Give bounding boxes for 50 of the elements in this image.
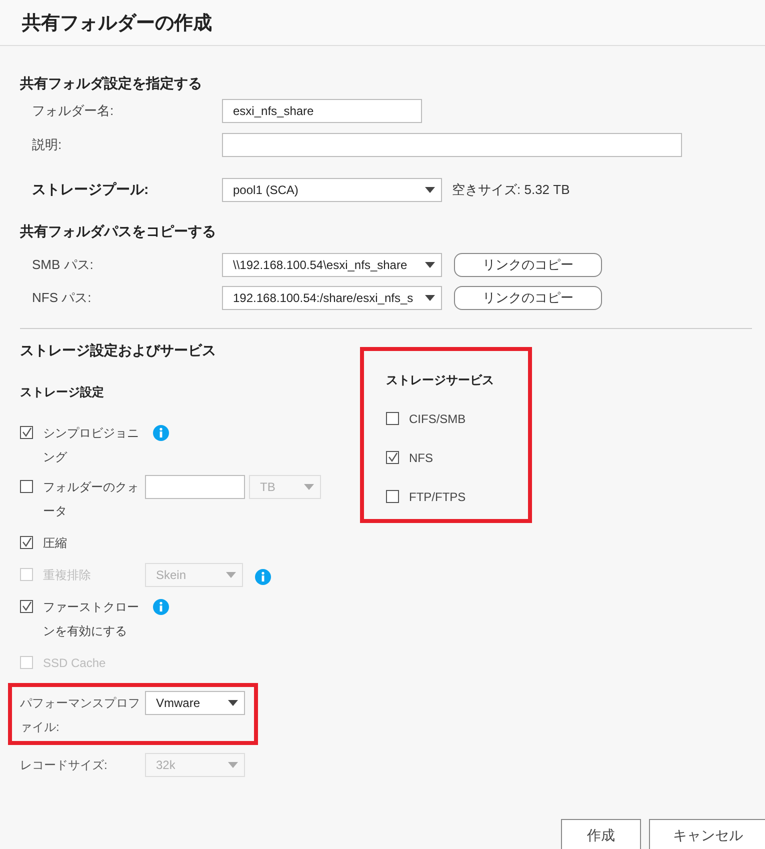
- create-button[interactable]: 作成: [561, 819, 641, 849]
- field-label: レコードサイズ:: [20, 757, 108, 774]
- checkbox[interactable]: [20, 480, 33, 493]
- checkbox-label: SSD Cache: [43, 655, 107, 672]
- subsection-heading: ストレージサービス: [386, 372, 495, 389]
- checkbox[interactable]: [20, 600, 33, 613]
- caret-icon: [425, 262, 435, 268]
- checkbox-label: NFS: [409, 450, 433, 464]
- storage-pool-dropdown[interactable]: pool1 (SCA): [222, 178, 442, 202]
- checkbox-label: シンプロビジョニング: [43, 425, 140, 466]
- caret-icon: [228, 762, 238, 768]
- caret-icon: [226, 572, 236, 578]
- checkbox[interactable]: [386, 412, 399, 425]
- subsection-heading: ストレージ設定: [20, 384, 105, 401]
- caret-icon: [228, 700, 238, 706]
- text-field[interactable]: [222, 133, 682, 157]
- cancel-button[interactable]: キャンセル: [649, 819, 765, 849]
- checkbox-label: 圧縮: [43, 535, 68, 552]
- checkbox-label: 重複排除: [43, 567, 92, 584]
- checkbox-label: CIFS/SMB: [409, 412, 466, 426]
- path-dropdown[interactable]: 192.168.100.54:/share/esxi_nfs_s: [222, 286, 442, 310]
- checkbox[interactable]: [20, 536, 33, 549]
- checkbox-label: フォルダーのクォータ: [43, 479, 140, 520]
- checkbox-label: ファーストクローンを有効にする: [43, 599, 140, 640]
- section-heading: 共有フォルダ設定を指定する: [20, 74, 203, 93]
- checkbox[interactable]: [386, 451, 399, 464]
- checkbox-label: FTP/FTPS: [409, 490, 466, 504]
- section-heading: 共有フォルダパスをコピーする: [20, 222, 217, 241]
- path-dropdown[interactable]: \\192.168.100.54\esxi_nfs_share: [222, 252, 442, 276]
- text-field[interactable]: esxi_nfs_share: [222, 99, 422, 123]
- field-label: 説明:: [31, 136, 63, 154]
- dialog-title: 共有フォルダーの作成: [22, 12, 212, 36]
- section-heading: ストレージ設定およびサービス: [20, 341, 217, 360]
- profile-dropdown[interactable]: Vmware: [145, 691, 245, 715]
- field-label: ストレージプール:: [31, 181, 150, 199]
- info-icon[interactable]: [153, 599, 169, 615]
- quota-field[interactable]: [145, 475, 245, 499]
- info-icon[interactable]: [153, 425, 169, 441]
- free-space-text: 空きサイズ: 5.32 TB: [452, 181, 570, 199]
- field-label: パフォーマンスプロファイル:: [20, 695, 141, 736]
- caret-icon: [425, 294, 435, 300]
- field-label: NFS パス:: [31, 288, 92, 306]
- field-label: SMB パス:: [31, 256, 94, 274]
- checkbox[interactable]: [20, 426, 33, 439]
- copy-link-button[interactable]: リンクのコピー: [454, 286, 602, 310]
- caret-icon: [304, 484, 314, 490]
- copy-link-button[interactable]: リンクのコピー: [454, 252, 602, 276]
- caret-icon: [425, 187, 435, 193]
- field-label: フォルダー名:: [31, 102, 115, 120]
- checkbox[interactable]: [386, 490, 399, 503]
